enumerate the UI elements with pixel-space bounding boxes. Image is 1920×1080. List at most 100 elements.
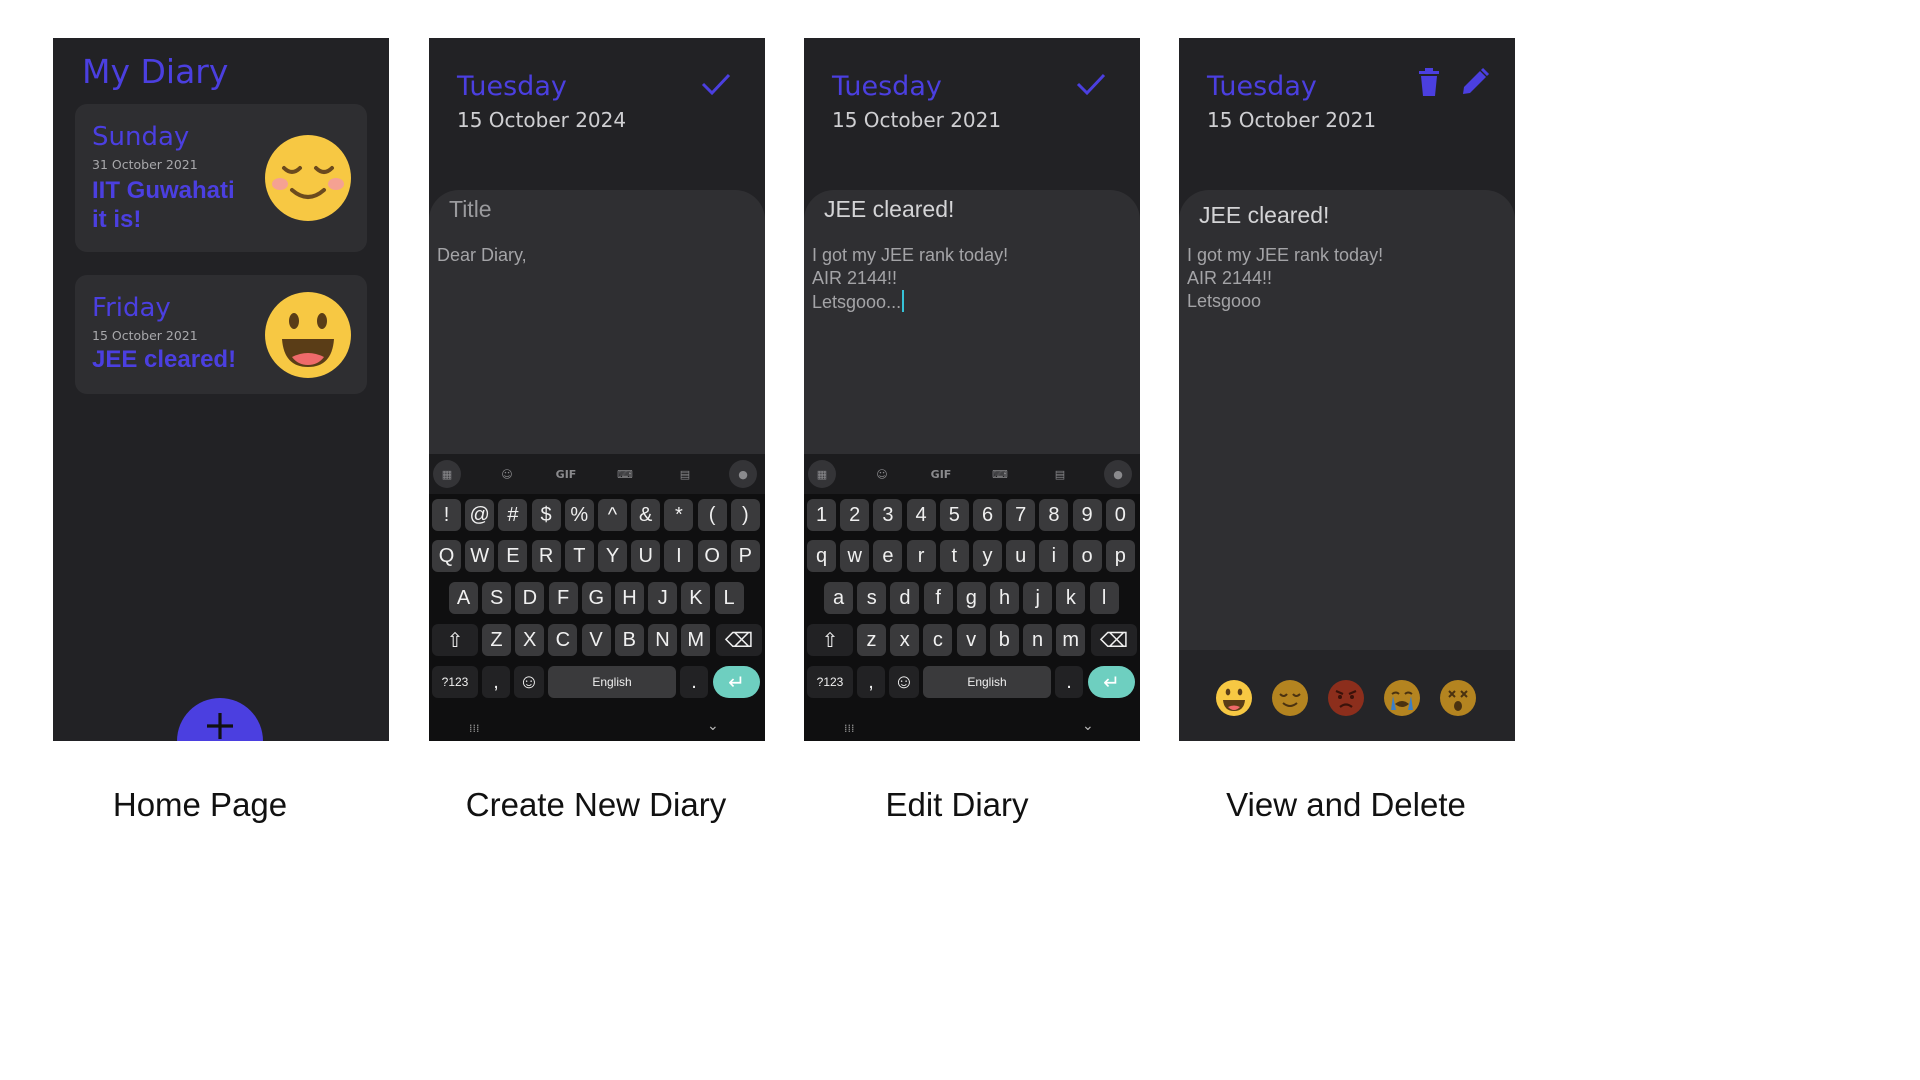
key[interactable]: ! [432,499,461,531]
keyboard-icon[interactable]: ⌨ [986,460,1014,488]
emoji-key[interactable]: ☺ [889,666,919,698]
key[interactable]: t [939,540,969,572]
key[interactable]: ) [730,499,760,531]
content-face-icon[interactable] [1272,680,1308,716]
check-icon[interactable] [1076,72,1106,96]
key[interactable]: o [1072,540,1102,572]
key[interactable]: 3 [873,499,903,531]
key[interactable]: @ [465,499,495,531]
key[interactable]: T [564,540,594,572]
key[interactable]: 0 [1105,499,1135,531]
comma-key[interactable]: , [482,666,510,698]
key[interactable]: Y [598,540,627,572]
keyboard-icon[interactable]: ⌨ [611,460,639,488]
key[interactable]: E [498,540,528,572]
gif-button[interactable]: GIF [552,460,580,488]
title-input[interactable]: JEE cleared! [824,196,954,223]
key[interactable]: P [730,540,760,572]
shift-key[interactable]: ⇧ [432,624,478,656]
key[interactable]: c [923,624,953,656]
chevron-down-icon[interactable]: ⌄ [1082,718,1094,734]
key[interactable]: D [515,582,545,614]
keyboard-switch-icon[interactable]: ⁞⁞⁞ [844,722,855,735]
body-input[interactable]: Dear Diary, [437,244,527,267]
apps-icon[interactable]: ▦ [808,460,836,488]
key[interactable]: 1 [807,499,836,531]
key[interactable]: 6 [973,499,1002,531]
key[interactable]: % [564,499,594,531]
key[interactable]: d [890,582,920,614]
diary-card-friday[interactable]: Friday 15 October 2021 JEE cleared! [75,275,367,394]
emoji-key[interactable]: ☺ [514,666,544,698]
key[interactable]: Z [482,624,511,656]
key[interactable]: B [614,624,644,656]
pencil-icon[interactable] [1460,67,1490,97]
symbols-mode-key[interactable]: ?123 [807,666,853,698]
clipboard-icon[interactable]: ▤ [1046,460,1074,488]
key[interactable]: W [465,540,495,572]
shift-key[interactable]: ⇧ [807,624,853,656]
key[interactable]: F [548,582,578,614]
key[interactable]: M [681,624,711,656]
key[interactable]: # [498,499,528,531]
trash-icon[interactable] [1418,68,1440,96]
key[interactable]: ^ [598,499,627,531]
apps-icon[interactable]: ▦ [433,460,461,488]
key[interactable]: G [581,582,611,614]
key[interactable]: V [581,624,611,656]
key[interactable]: k [1056,582,1086,614]
key[interactable]: 7 [1006,499,1036,531]
key[interactable]: A [449,582,478,614]
angry-face-icon[interactable] [1328,680,1364,716]
diary-card-sunday[interactable]: Sunday 31 October 2021 IIT Guwahati it i… [75,104,367,252]
key[interactable]: f [923,582,953,614]
key[interactable]: * [664,499,694,531]
check-icon[interactable] [701,72,731,96]
key[interactable]: v [956,624,986,656]
key[interactable]: & [631,499,661,531]
mic-icon[interactable]: ● [1104,460,1132,488]
backspace-key[interactable]: ⌫ [716,624,762,656]
enter-key[interactable]: ↵ [1088,666,1135,698]
key[interactable]: J [648,582,678,614]
key[interactable]: h [990,582,1019,614]
happy-face-icon[interactable] [1216,680,1252,716]
key[interactable]: j [1023,582,1053,614]
clipboard-icon[interactable]: ▤ [671,460,699,488]
mic-icon[interactable]: ● [729,460,757,488]
key[interactable]: s [857,582,887,614]
crying-face-icon[interactable] [1384,680,1420,716]
key[interactable]: 5 [939,499,969,531]
keyboard-switch-icon[interactable]: ⁞⁞⁞ [469,722,480,735]
key[interactable]: l [1089,582,1119,614]
key[interactable]: $ [531,499,561,531]
comma-key[interactable]: , [857,666,885,698]
key[interactable]: p [1105,540,1135,572]
key[interactable]: U [631,540,661,572]
key[interactable]: a [824,582,853,614]
key[interactable]: C [548,624,578,656]
key[interactable]: Q [432,540,461,572]
key[interactable]: H [615,582,644,614]
period-key[interactable]: . [680,666,708,698]
key[interactable]: n [1023,624,1052,656]
key[interactable]: 4 [906,499,936,531]
add-diary-button[interactable] [177,698,263,741]
key[interactable]: K [681,582,711,614]
key[interactable]: O [697,540,727,572]
key[interactable]: x [890,624,920,656]
key[interactable]: 9 [1072,499,1102,531]
symbols-mode-key[interactable]: ?123 [432,666,478,698]
sticker-icon[interactable]: ☺ [493,460,521,488]
key[interactable]: w [840,540,870,572]
sticker-icon[interactable]: ☺ [868,460,896,488]
chevron-down-icon[interactable]: ⌄ [707,718,719,734]
key[interactable]: u [1006,540,1036,572]
key[interactable]: N [648,624,677,656]
key[interactable]: e [873,540,903,572]
key[interactable]: z [857,624,886,656]
key[interactable]: 8 [1039,499,1069,531]
enter-key[interactable]: ↵ [713,666,760,698]
backspace-key[interactable]: ⌫ [1091,624,1137,656]
space-key[interactable]: English [923,666,1051,698]
